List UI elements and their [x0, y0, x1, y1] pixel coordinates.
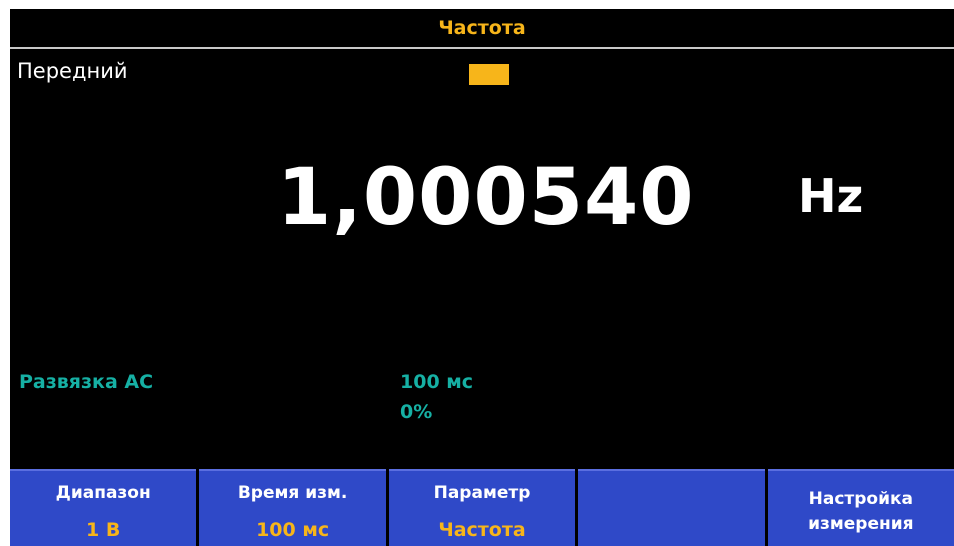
- function-title: Частота: [10, 9, 954, 49]
- softkey-value: 100 мс: [256, 519, 330, 541]
- measurement-setup-softkey[interactable]: Настройка измерения: [767, 469, 954, 546]
- softkey-label-line2: измерения: [808, 514, 914, 534]
- percent-status: 0%: [400, 401, 433, 423]
- coupling-status: Развязка АС: [19, 371, 154, 393]
- softkey-label: Время изм.: [237, 483, 348, 503]
- softkey-label: Диапазон: [55, 483, 151, 503]
- blank-softkey[interactable]: [578, 469, 765, 546]
- meter-display: Частота Передний 1,000540 Hz Развязка АС…: [10, 9, 954, 546]
- softkey-label: Параметр: [433, 483, 531, 503]
- softkey-value: Частота: [438, 519, 526, 541]
- frequency-reading: 1,000540: [277, 153, 695, 243]
- softkey-label: Настройка измерения: [768, 487, 954, 537]
- reading-unit: Hz: [798, 169, 864, 223]
- gate-time-softkey[interactable]: Время изм. 100 мс: [199, 469, 386, 546]
- softkey-bar: Диапазон 1 В Время изм. 100 мс Параметр …: [10, 469, 954, 546]
- parameter-softkey[interactable]: Параметр Частота: [388, 469, 576, 546]
- gate-time-status: 100 мс: [400, 371, 474, 393]
- input-terminal-label: Передний: [17, 59, 128, 83]
- softkey-value: 1 В: [86, 519, 121, 541]
- range-softkey[interactable]: Диапазон 1 В: [10, 469, 197, 546]
- softkey-label-line1: Настройка: [808, 489, 914, 509]
- status-indicator: [469, 64, 509, 85]
